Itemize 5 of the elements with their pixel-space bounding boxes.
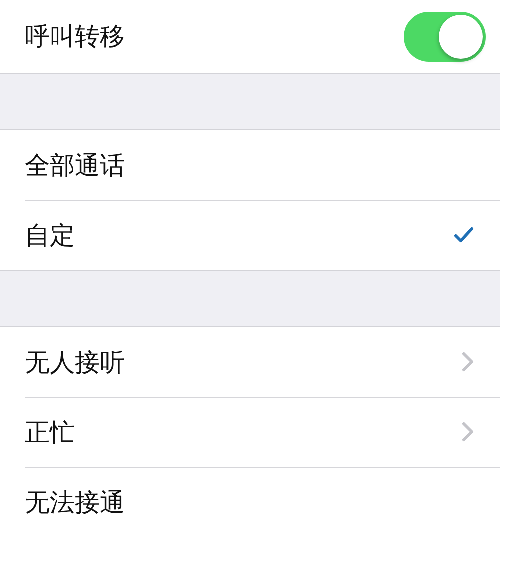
chevron-icon <box>462 422 474 442</box>
checkmark-icon <box>454 227 474 243</box>
setting-label: 呼叫转移 <box>25 21 125 53</box>
toggle-switch[interactable] <box>404 12 486 62</box>
chevron-icon <box>462 352 474 372</box>
